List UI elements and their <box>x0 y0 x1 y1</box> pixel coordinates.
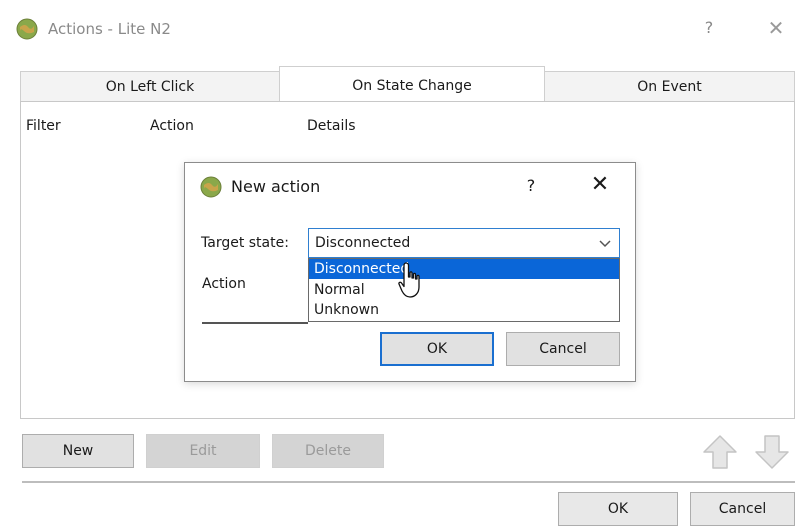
hand-cursor-icon <box>398 262 420 298</box>
dialog-cancel-button[interactable]: Cancel <box>506 332 620 366</box>
action-field[interactable] <box>202 322 308 324</box>
separator <box>22 481 795 483</box>
ok-button[interactable]: OK <box>558 492 678 526</box>
dialog-globe-icon <box>200 176 222 198</box>
action-label: Action <box>202 276 246 292</box>
arrow-up-icon[interactable] <box>700 432 740 472</box>
edit-button[interactable]: Edit <box>146 434 260 468</box>
app-globe-icon <box>16 18 38 40</box>
target-state-label: Target state: <box>201 235 289 251</box>
help-button[interactable]: ? <box>699 18 719 38</box>
dialog-ok-button[interactable]: OK <box>380 332 494 366</box>
chevron-down-icon[interactable] <box>596 234 614 252</box>
column-header-filter[interactable]: Filter <box>26 118 61 134</box>
dialog-title: New action <box>231 177 321 196</box>
new-button[interactable]: New <box>22 434 134 468</box>
cancel-button[interactable]: Cancel <box>690 492 795 526</box>
option-disconnected[interactable]: Disconnected <box>309 259 619 279</box>
option-normal[interactable]: Normal <box>309 280 619 300</box>
column-header-action[interactable]: Action <box>150 118 194 134</box>
target-state-select[interactable]: Disconnected <box>308 228 620 258</box>
close-button[interactable]: ✕ <box>764 16 788 40</box>
dialog-close-button[interactable]: ✕ <box>588 172 612 197</box>
window-title: Actions - Lite N2 <box>48 20 171 38</box>
tab-on-event[interactable]: On Event <box>544 71 795 101</box>
column-header-details[interactable]: Details <box>307 118 356 134</box>
option-unknown[interactable]: Unknown <box>309 300 619 320</box>
tab-on-state-change[interactable]: On State Change <box>279 66 545 102</box>
dialog-help-button[interactable]: ? <box>521 176 541 195</box>
tab-on-left-click[interactable]: On Left Click <box>20 71 280 101</box>
arrow-down-icon[interactable] <box>752 432 792 472</box>
delete-button[interactable]: Delete <box>272 434 384 468</box>
